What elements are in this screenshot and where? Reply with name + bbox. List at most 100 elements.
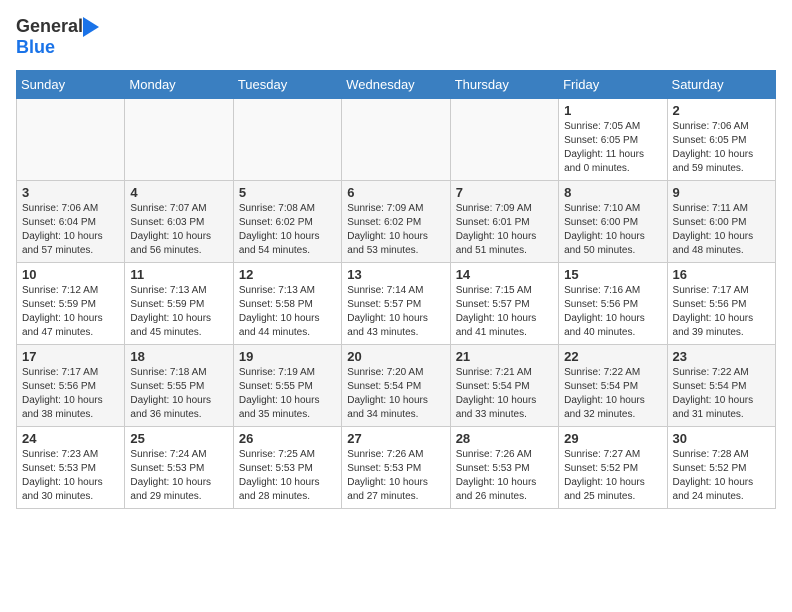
- day-info: Sunrise: 7:13 AM Sunset: 5:59 PM Dayligh…: [130, 284, 227, 340]
- calendar-cell: 19Sunrise: 7:19 AM Sunset: 5:55 PM Dayli…: [233, 345, 341, 427]
- calendar-cell: [450, 99, 558, 181]
- calendar-cell: 16 Sunrise: 7:17 AM Sunset: 5:56 PM Dayli…: [667, 263, 775, 345]
- header: General Blue GeneralBlue: [16, 16, 776, 58]
- calendar-table: SundayMondayTuesdayWednesdayThursdayFrid…: [16, 70, 776, 509]
- calendar-cell: 11 Sunrise: 7:13 AM Sunset: 5:59 PM Dayli…: [125, 263, 233, 345]
- calendar-cell: 24 Sunrise: 7:23 AM Sunset: 5:53 PM Dayli…: [17, 427, 125, 509]
- day-info: Sunrise: 7:26 AM Sunset: 5:53 PM Dayligh…: [347, 448, 444, 504]
- day-number: 7: [456, 185, 553, 200]
- day-info: Sunrise: 7:20 AM Sunset: 5:54 PM Dayligh…: [347, 366, 444, 422]
- day-number: 25: [130, 431, 227, 446]
- day-info: Sunrise: 7:16 AM Sunset: 5:56 PM Dayligh…: [564, 284, 661, 340]
- day-number: 30: [673, 431, 770, 446]
- day-number: 17: [22, 349, 119, 364]
- day-number: 18: [130, 349, 227, 364]
- day-info: Sunrise: 7:08 AM Sunset: 6:02 PM Dayligh…: [239, 202, 336, 258]
- week-row-4: 17 Sunrise: 7:17 AM Sunset: 5:56 PM Dayli…: [17, 345, 776, 427]
- day-number: 13: [347, 267, 444, 282]
- day-info: Sunrise: 7:07 AM Sunset: 6:03 PM Dayligh…: [130, 202, 227, 258]
- day-info: Sunrise: 7:15 AM Sunset: 5:57 PM Dayligh…: [456, 284, 553, 340]
- calendar-cell: 25 Sunrise: 7:24 AM Sunset: 5:53 PM Dayli…: [125, 427, 233, 509]
- day-info: Sunrise: 7:21 AM Sunset: 5:54 PM Dayligh…: [456, 366, 553, 422]
- calendar-cell: 5 Sunrise: 7:08 AM Sunset: 6:02 PM Daylig…: [233, 181, 341, 263]
- week-row-2: 3 Sunrise: 7:06 AM Sunset: 6:04 PM Daylig…: [17, 181, 776, 263]
- week-row-1: 1Sunrise: 7:05 AM Sunset: 6:05 PM Daylig…: [17, 99, 776, 181]
- weekday-header-row: SundayMondayTuesdayWednesdayThursdayFrid…: [17, 71, 776, 99]
- day-info: Sunrise: 7:14 AM Sunset: 5:57 PM Dayligh…: [347, 284, 444, 340]
- day-number: 20: [347, 349, 444, 364]
- day-info: Sunrise: 7:17 AM Sunset: 5:56 PM Dayligh…: [673, 284, 770, 340]
- calendar-cell: 17 Sunrise: 7:17 AM Sunset: 5:56 PM Dayli…: [17, 345, 125, 427]
- day-number: 9: [673, 185, 770, 200]
- calendar-cell: 6 Sunrise: 7:09 AM Sunset: 6:02 PM Daylig…: [342, 181, 450, 263]
- week-row-3: 10Sunrise: 7:12 AM Sunset: 5:59 PM Dayli…: [17, 263, 776, 345]
- day-number: 15: [564, 267, 661, 282]
- day-number: 28: [456, 431, 553, 446]
- day-info: Sunrise: 7:28 AM Sunset: 5:52 PM Dayligh…: [673, 448, 770, 504]
- day-info: Sunrise: 7:22 AM Sunset: 5:54 PM Dayligh…: [564, 366, 661, 422]
- calendar-cell: [125, 99, 233, 181]
- weekday-header-saturday: Saturday: [667, 71, 775, 99]
- day-info: Sunrise: 7:09 AM Sunset: 6:01 PM Dayligh…: [456, 202, 553, 258]
- day-number: 3: [22, 185, 119, 200]
- weekday-header-friday: Friday: [559, 71, 667, 99]
- calendar-cell: 2 Sunrise: 7:06 AM Sunset: 6:05 PM Daylig…: [667, 99, 775, 181]
- calendar-cell: 4 Sunrise: 7:07 AM Sunset: 6:03 PM Daylig…: [125, 181, 233, 263]
- day-number: 23: [673, 349, 770, 364]
- calendar-cell: 26 Sunrise: 7:25 AM Sunset: 5:53 PM Dayli…: [233, 427, 341, 509]
- day-number: 29: [564, 431, 661, 446]
- calendar-cell: [17, 99, 125, 181]
- day-info: Sunrise: 7:12 AM Sunset: 5:59 PM Dayligh…: [22, 284, 119, 340]
- day-info: Sunrise: 7:22 AM Sunset: 5:54 PM Dayligh…: [673, 366, 770, 422]
- calendar-cell: 20 Sunrise: 7:20 AM Sunset: 5:54 PM Dayli…: [342, 345, 450, 427]
- day-info: Sunrise: 7:25 AM Sunset: 5:53 PM Dayligh…: [239, 448, 336, 504]
- day-info: Sunrise: 7:13 AM Sunset: 5:58 PM Dayligh…: [239, 284, 336, 340]
- day-number: 2: [673, 103, 770, 118]
- day-number: 11: [130, 267, 227, 282]
- calendar-cell: 1Sunrise: 7:05 AM Sunset: 6:05 PM Daylig…: [559, 99, 667, 181]
- calendar-cell: 8 Sunrise: 7:10 AM Sunset: 6:00 PM Daylig…: [559, 181, 667, 263]
- day-number: 5: [239, 185, 336, 200]
- day-info: Sunrise: 7:19 AM Sunset: 5:55 PM Dayligh…: [239, 366, 336, 422]
- day-number: 24: [22, 431, 119, 446]
- day-info: Sunrise: 7:06 AM Sunset: 6:05 PM Dayligh…: [673, 120, 770, 176]
- day-info: Sunrise: 7:17 AM Sunset: 5:56 PM Dayligh…: [22, 366, 119, 422]
- weekday-header-monday: Monday: [125, 71, 233, 99]
- day-info: Sunrise: 7:24 AM Sunset: 5:53 PM Dayligh…: [130, 448, 227, 504]
- calendar-cell: 22 Sunrise: 7:22 AM Sunset: 5:54 PM Dayli…: [559, 345, 667, 427]
- calendar-cell: [233, 99, 341, 181]
- logo: General Blue GeneralBlue: [16, 16, 99, 58]
- day-number: 6: [347, 185, 444, 200]
- calendar-cell: 12 Sunrise: 7:13 AM Sunset: 5:58 PM Dayli…: [233, 263, 341, 345]
- day-number: 26: [239, 431, 336, 446]
- day-info: Sunrise: 7:27 AM Sunset: 5:52 PM Dayligh…: [564, 448, 661, 504]
- day-number: 16: [673, 267, 770, 282]
- day-number: 12: [239, 267, 336, 282]
- calendar-cell: 15 Sunrise: 7:16 AM Sunset: 5:56 PM Dayli…: [559, 263, 667, 345]
- weekday-header-tuesday: Tuesday: [233, 71, 341, 99]
- calendar-cell: 29 Sunrise: 7:27 AM Sunset: 5:52 PM Dayli…: [559, 427, 667, 509]
- day-number: 8: [564, 185, 661, 200]
- day-info: Sunrise: 7:11 AM Sunset: 6:00 PM Dayligh…: [673, 202, 770, 258]
- day-number: 21: [456, 349, 553, 364]
- day-number: 22: [564, 349, 661, 364]
- day-info: Sunrise: 7:23 AM Sunset: 5:53 PM Dayligh…: [22, 448, 119, 504]
- calendar-cell: 14 Sunrise: 7:15 AM Sunset: 5:57 PM Dayli…: [450, 263, 558, 345]
- calendar-cell: 23 Sunrise: 7:22 AM Sunset: 5:54 PM Dayli…: [667, 345, 775, 427]
- calendar-cell: 27 Sunrise: 7:26 AM Sunset: 5:53 PM Dayli…: [342, 427, 450, 509]
- calendar-cell: [342, 99, 450, 181]
- day-info: Sunrise: 7:10 AM Sunset: 6:00 PM Dayligh…: [564, 202, 661, 258]
- day-info: Sunrise: 7:06 AM Sunset: 6:04 PM Dayligh…: [22, 202, 119, 258]
- day-number: 14: [456, 267, 553, 282]
- calendar-cell: 28 Sunrise: 7:26 AM Sunset: 5:53 PM Dayli…: [450, 427, 558, 509]
- day-info: Sunrise: 7:26 AM Sunset: 5:53 PM Dayligh…: [456, 448, 553, 504]
- calendar-cell: 30 Sunrise: 7:28 AM Sunset: 5:52 PM Dayli…: [667, 427, 775, 509]
- day-number: 4: [130, 185, 227, 200]
- day-number: 27: [347, 431, 444, 446]
- calendar-cell: 3 Sunrise: 7:06 AM Sunset: 6:04 PM Daylig…: [17, 181, 125, 263]
- logo-wordmark: GeneralBlue: [16, 16, 99, 58]
- calendar-cell: 9 Sunrise: 7:11 AM Sunset: 6:00 PM Daylig…: [667, 181, 775, 263]
- weekday-header-thursday: Thursday: [450, 71, 558, 99]
- day-info: Sunrise: 7:09 AM Sunset: 6:02 PM Dayligh…: [347, 202, 444, 258]
- calendar-cell: 13 Sunrise: 7:14 AM Sunset: 5:57 PM Dayli…: [342, 263, 450, 345]
